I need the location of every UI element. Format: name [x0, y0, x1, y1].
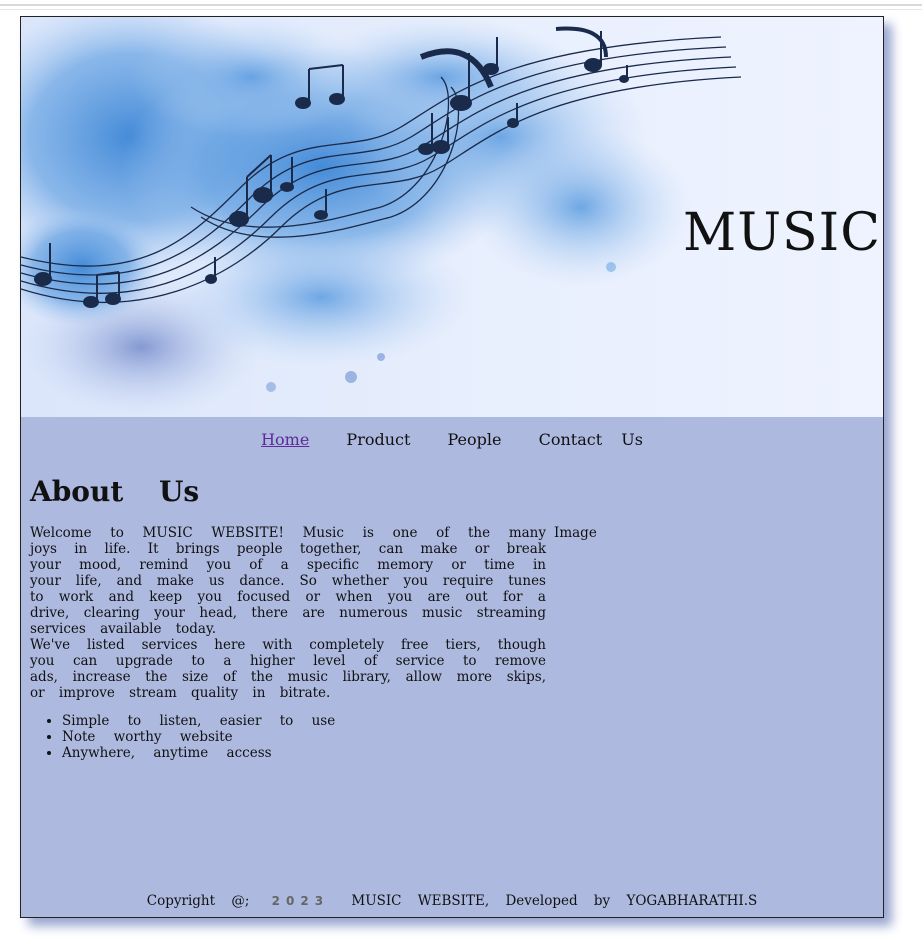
list-item: Note worthy website: [62, 729, 335, 745]
nav-contact-link[interactable]: Contact Us: [539, 430, 643, 449]
footer-year: 2023: [271, 894, 330, 908]
browser-edge-line: [0, 4, 922, 6]
main-nav: Home Product People Contact Us: [21, 430, 883, 449]
nav-people-link[interactable]: People: [448, 430, 502, 449]
features-list: Simple to listen, easier to use Note wor…: [30, 713, 335, 761]
list-item: Anywhere, anytime access: [62, 745, 335, 761]
nav-home-link[interactable]: Home: [261, 430, 309, 449]
footer-credit: MUSIC WEBSITE, Developed by YOGABHARATHI…: [351, 893, 758, 909]
footer-copyright-prefix: Copyright @;: [146, 893, 250, 909]
about-paragraph-1: Welcome to MUSIC WEBSITE! Music is one o…: [30, 525, 546, 637]
nav-product-link[interactable]: Product: [346, 430, 410, 449]
list-item: Simple to listen, easier to use: [62, 713, 335, 729]
footer: Copyright @; 2023 MUSIC WEBSITE, Develop…: [21, 893, 883, 909]
about-content: Welcome to MUSIC WEBSITE! Music is one o…: [30, 525, 546, 701]
hero-banner: MUSIC: [21, 17, 883, 417]
browser-edge-line-2: [0, 9, 922, 10]
banner-title: MUSIC: [682, 203, 881, 263]
about-paragraph-2: We've listed services here with complete…: [30, 637, 546, 701]
about-heading: About Us: [30, 475, 200, 508]
page-container: MUSIC Home Product People Contact Us Abo…: [20, 16, 884, 918]
broken-image-alt: Image: [554, 525, 597, 541]
